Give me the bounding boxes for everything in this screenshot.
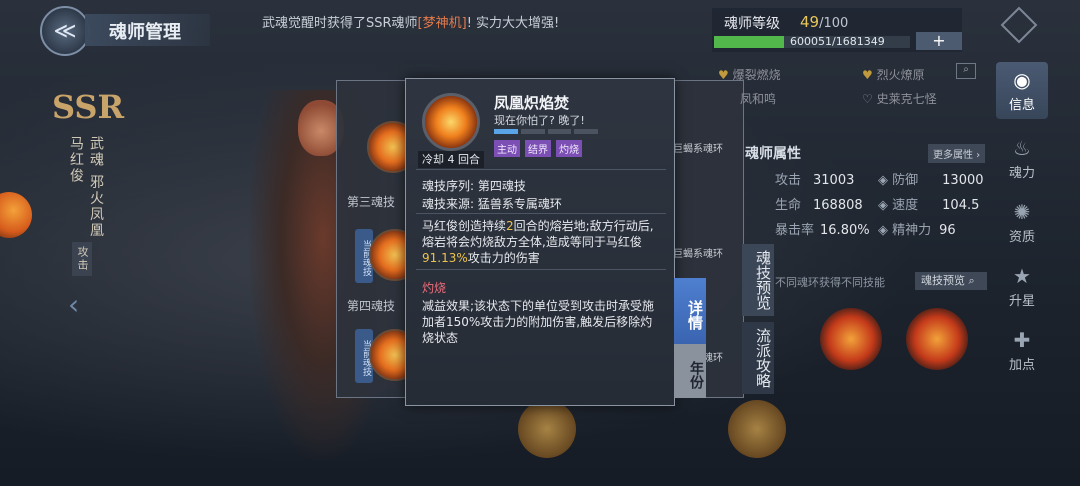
level-panel: 魂师等级 49/100 600051/1681349 + xyxy=(712,8,962,52)
tab-skill-preview[interactable]: 魂技预览 xyxy=(742,244,774,316)
skill-level-bar xyxy=(494,129,598,134)
info-icon: ◉ xyxy=(1013,68,1031,92)
level-value: 49/100 xyxy=(800,13,849,31)
ring-type-2: 巨蝎系魂环 xyxy=(673,249,723,260)
nav-info[interactable]: ◉ 信息 xyxy=(996,62,1048,119)
skill-icon xyxy=(422,93,480,151)
shield-icon: ◈ xyxy=(878,173,888,188)
divider xyxy=(416,169,666,170)
stat-speed: ◈ 速度 104.5 xyxy=(878,198,980,213)
skill-description: 马红俊创造持续2回合的熔岩地;敌方行动后,熔岩将会灼烧敌方全体,造成等同于马红俊… xyxy=(422,219,654,265)
nav-star-up[interactable]: ★ 升星 xyxy=(996,264,1048,309)
debuff-title: 灼烧 xyxy=(422,281,447,295)
marquee-prefix: 武魂觉醒时获得了SSR魂师 xyxy=(262,16,418,31)
level-segment xyxy=(574,129,598,134)
third-skill-label: 第三魂技 xyxy=(347,195,396,209)
divider xyxy=(416,269,666,270)
exp-bar-fill xyxy=(714,36,784,48)
heart-icon: ♡ xyxy=(862,92,873,106)
side-nav: ◉ 信息 ♨ 魂力 ✺ 资质 ★ 升星 ✚ 加点 xyxy=(996,0,1080,486)
skill-quote: 现在你怕了? 晚了! xyxy=(494,114,585,127)
fav-item-3[interactable]: 凤和鸣 xyxy=(740,90,776,107)
ring-preview-button[interactable]: 魂技预览 ⌕ xyxy=(915,272,987,290)
rarity-badge: SSR xyxy=(52,88,125,126)
stats-title: 魂师属性 xyxy=(745,146,801,162)
debuff-description: 减益效果;该状态下的单位受到攻击时承受施加者150%攻击力的附加伤害,触发后移除… xyxy=(422,299,655,345)
stat-crit: 暴击率 16.80% xyxy=(775,223,870,238)
previous-arrow-icon[interactable]: ‹ xyxy=(68,288,79,321)
soul-ring-2[interactable] xyxy=(906,308,968,370)
skill-tags: 主动 结界 灼烧 xyxy=(494,140,582,157)
fav-item-4[interactable]: ♡ 史莱克七怪 xyxy=(862,90,937,107)
soul-ring-1[interactable] xyxy=(820,308,882,370)
divider xyxy=(416,213,666,214)
tab-strategy[interactable]: 流派攻略 xyxy=(742,322,774,394)
nav-aptitude[interactable]: ✺ 资质 xyxy=(996,200,1048,245)
level-segment xyxy=(520,129,545,134)
aptitude-icon: ✺ xyxy=(1013,200,1031,224)
search-icon[interactable]: ⌕ xyxy=(956,63,976,79)
skill-tag: 结界 xyxy=(525,140,551,157)
stat-hp: 生命 168808 xyxy=(775,198,863,213)
page-title: 魂师管理 xyxy=(85,14,210,46)
level-segment xyxy=(547,129,572,134)
ring-type-1: 巨蝎系魂环 xyxy=(673,144,723,155)
character-spirit: 武魂 邪火凤凰 xyxy=(88,136,104,239)
fav-item-2[interactable]: ♥ 烈火燎原 xyxy=(862,66,925,83)
skill-source: 魂技来源: 猛兽系专属魂环 xyxy=(422,197,562,211)
skill-name: 凤凰炽焰焚 xyxy=(494,94,570,112)
ring-hint: 不同魂环获得不同技能 xyxy=(775,276,885,289)
skill-tag: 主动 xyxy=(494,140,520,157)
more-stats-button[interactable]: 更多属性 › xyxy=(928,144,986,163)
soul-emblem[interactable] xyxy=(518,400,576,458)
heart-icon: ♥ xyxy=(862,68,873,82)
level-label: 魂师等级 xyxy=(724,16,780,32)
marquee-name: [梦神机] xyxy=(417,16,467,31)
star-icon: ★ xyxy=(1013,264,1031,288)
nav-soul-power[interactable]: ♨ 魂力 xyxy=(996,136,1048,181)
fourth-skill-label: 第四魂技 xyxy=(347,299,396,313)
stat-defense: ◈ 防御 13000 xyxy=(878,173,984,188)
character-role: 攻击 xyxy=(72,242,92,276)
soul-power-icon: ♨ xyxy=(1013,136,1031,160)
add-exp-button[interactable]: + xyxy=(916,32,962,50)
marquee-suffix: ! 实力大大增强! xyxy=(466,16,560,31)
plus-icon: ✚ xyxy=(1013,328,1031,352)
nav-bonus[interactable]: ✚ 加点 xyxy=(996,328,1048,373)
heart-icon: ♥ xyxy=(718,68,729,82)
fav-item-1[interactable]: ♥ 爆裂燃烧 xyxy=(718,66,781,83)
back-button[interactable]: ≪ xyxy=(40,6,90,56)
cooldown-label: 冷却 4 回合 xyxy=(418,151,484,168)
skill-order: 魂技序列: 第四魂技 xyxy=(422,179,526,193)
stat-attack: 攻击 31003 xyxy=(775,173,855,188)
stat-mind: ◈ 精神力 96 xyxy=(878,223,956,238)
year-button[interactable]: 年份 xyxy=(674,344,706,398)
level-segment xyxy=(494,129,518,134)
skill-tooltip: 冷却 4 回合 凤凰炽焰焚 现在你怕了? 晚了! 主动 结界 灼烧 魂技序列: … xyxy=(405,78,675,406)
exp-text: 600051/1681349 xyxy=(790,35,885,48)
mind-icon: ◈ xyxy=(878,223,888,238)
character-name: 马红俊 xyxy=(68,136,84,184)
detail-button[interactable]: 详情 xyxy=(674,278,706,344)
back-icon: ≪ xyxy=(53,18,77,44)
soul-bone-1[interactable] xyxy=(728,400,786,458)
announcement-marquee: 武魂觉醒时获得了SSR魂师[梦神机]! 实力大大增强! xyxy=(262,12,559,31)
speed-icon: ◈ xyxy=(878,198,888,213)
skill-tag: 灼烧 xyxy=(556,140,582,157)
